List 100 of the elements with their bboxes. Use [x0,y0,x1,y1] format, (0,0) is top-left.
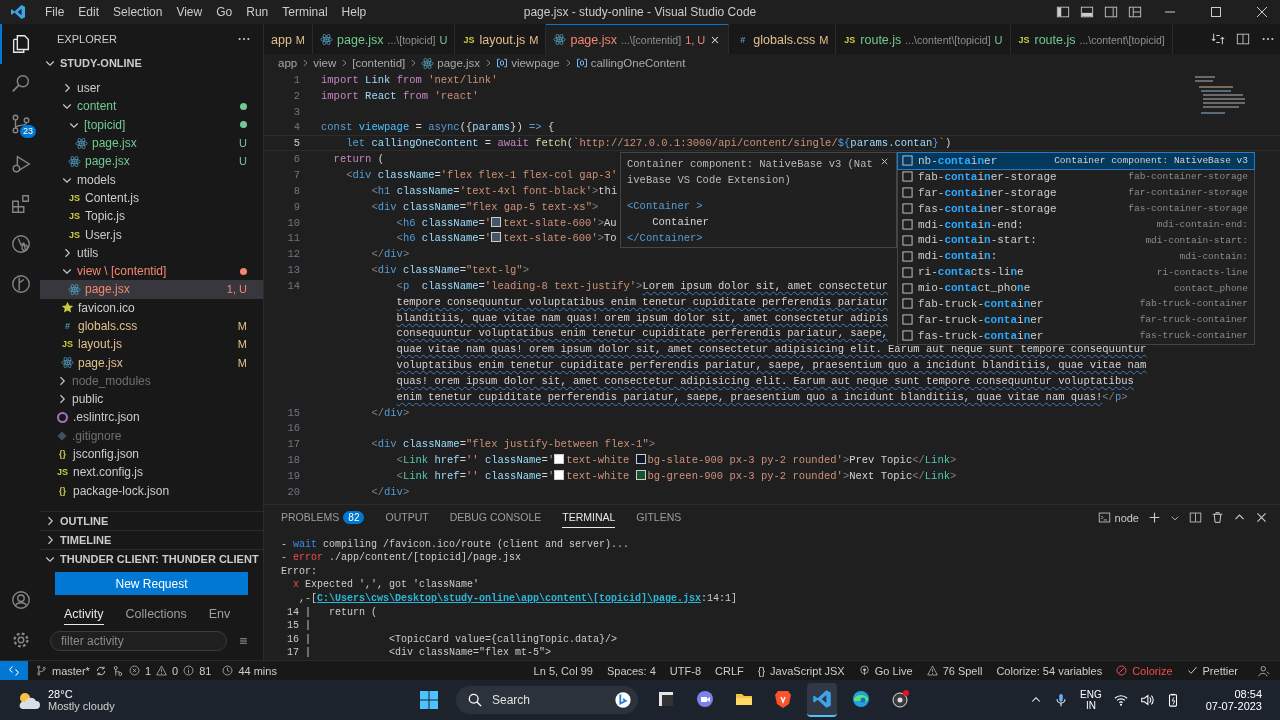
menu-item[interactable]: Terminal [275,5,335,19]
tree-item[interactable]: page.jsx M [40,353,263,372]
menu-item[interactable]: Run [239,5,276,19]
status-item[interactable]: 76 Spell [942,664,983,677]
status-item[interactable]: UTF-8 [669,664,701,677]
close-icon[interactable] [1257,7,1267,17]
section-header[interactable]: THUNDER CLIENT: THUNDER CLIENT [40,549,263,568]
terminal-icon[interactable] [1097,511,1111,525]
breadcrumb[interactable]: app [278,57,298,69]
branch-name[interactable]: master* [52,664,90,677]
tree-item[interactable]: JS Topic.js [40,207,263,226]
layout-icon[interactable] [1128,5,1142,19]
panel-tab[interactable]: PROBLEMS 82 [281,506,365,529]
suggestion-item[interactable]: fab-container-storage fab-container-storage [898,168,1254,185]
tree-item[interactable]: JS Content.js [40,188,263,208]
tree-item[interactable]: view \ [contentid] [40,261,263,281]
split-icon[interactable] [1189,511,1202,525]
menu-item[interactable]: Edit [71,5,107,19]
tree-item[interactable]: JS layout.js M [40,335,263,354]
history-icon[interactable] [222,665,234,676]
menu-item[interactable]: View [169,5,210,19]
suggestion-item[interactable]: ri-contacts-line ri-contacts-line [898,264,1254,281]
compare-icon[interactable] [1210,32,1225,46]
search-bar[interactable]: Search [456,686,638,714]
error-count[interactable]: 1 [144,664,152,677]
tree-item[interactable]: {} package-lock.json [40,481,263,500]
close-icon[interactable] [879,156,890,167]
panel-tab[interactable]: DEBUG CONSOLE [449,507,542,529]
editor-tab[interactable]: JS route.js ...\content\[topicid] [1010,24,1173,54]
tab[interactable]: Collections [125,607,187,625]
section-header[interactable]: OUTLINE [40,511,263,530]
filter-field[interactable]: filter activity [50,631,227,651]
info-count[interactable]: 81 [199,664,212,677]
warning-icon[interactable] [156,665,168,676]
maximize-icon[interactable] [1211,7,1221,17]
tree-item[interactable]: page.jsx U [40,133,263,153]
language-indicator[interactable]: IN [1085,700,1096,711]
session-time[interactable]: 44 mins [238,664,277,677]
tree-item[interactable]: favicon.ico [40,298,263,317]
editor-tab[interactable]: JS route.js ...\content\[topicid] U [836,24,1011,54]
tree-item[interactable]: utils [40,243,263,262]
tree-item[interactable]: page.jsx 1, U [40,280,263,299]
suggestion-item[interactable]: far-container-storage far-container-storage [898,184,1254,201]
windows-start-icon[interactable] [419,690,439,710]
tree-item[interactable]: .gitignore [40,426,263,445]
info-icon[interactable] [183,665,195,676]
panel-toggle-icon[interactable] [1080,5,1094,19]
breadcrumb[interactable]: callingOneContent [590,57,686,69]
terminal-name[interactable]: node [1114,511,1139,524]
section-header[interactable]: TIMELINE [40,530,263,549]
tree-item[interactable]: user [40,79,263,98]
status-item[interactable]: Ln 5, Col 99 [533,664,593,677]
status-item[interactable]: Prettier [1202,664,1238,677]
tree-item[interactable]: public [40,390,263,409]
panel-tab[interactable]: GITLENS [636,507,682,529]
suggestion-item[interactable]: fas-truck-container fas-truck-container [898,327,1254,344]
tree-item[interactable]: content [40,97,263,116]
breadcrumb[interactable]: view [313,57,337,69]
status-item[interactable]: CRLF [715,664,744,677]
tree-item[interactable]: # globals.css M [40,316,263,336]
microphone-icon[interactable] [1054,693,1069,707]
activity-item[interactable]: 23 [0,104,40,144]
search-field[interactable]: Search [490,692,606,708]
breadcrumb[interactable]: [contentid] [352,57,406,69]
warning-count[interactable]: 0 [172,664,179,677]
split-editor-icon[interactable] [1235,32,1250,46]
editor-tab[interactable]: page.jsx ...\[topicid] U [313,24,456,54]
error-icon[interactable] [128,665,140,676]
editor-tab[interactable]: page.jsx ...\[contentid] 1, U [546,24,730,54]
wifi-icon[interactable] [1113,693,1128,707]
menu-item[interactable]: File [38,5,72,19]
person-icon[interactable] [1258,664,1270,677]
tree-item[interactable]: {} jsconfig.json [40,444,263,464]
sync-icon[interactable] [94,664,107,677]
suggestion-item[interactable]: mdi-contain-end: mdi-contain-end: [898,216,1254,233]
menu-item[interactable]: Help [334,5,374,19]
suggestion-item[interactable]: mdi-contain-start: mdi-contain-start: [898,232,1254,249]
new-request-button[interactable]: New Request [55,572,248,595]
project-title[interactable]: STUDY-ONLINE [60,57,142,69]
tab[interactable]: Activity [64,607,104,625]
editor-tab[interactable]: # globals.css M [729,24,837,54]
branch-icon[interactable] [36,665,47,676]
status-item[interactable]: Spaces: 4 [606,664,656,677]
suggestion-item[interactable]: mdi-contain: mdi-contain: [898,248,1254,265]
suggestion-item[interactable]: mio-contact_phone contact_phone [898,280,1254,296]
suggestion-item[interactable]: fab-truck-container fab-truck-container [898,296,1254,312]
graph-icon[interactable] [111,664,124,677]
clock-time[interactable]: 08:54 [1234,688,1262,700]
panel-tab[interactable]: OUTPUT [385,507,429,529]
taskbar-app[interactable] [807,683,837,717]
tree-item[interactable]: [topicid] [40,115,263,134]
status-item[interactable]: Go Live [874,664,913,677]
close-icon[interactable] [1255,511,1268,525]
sidebar-toggle-icon[interactable] [1056,5,1070,19]
status-item[interactable]: Colorize: 54 variables [996,664,1103,677]
speaker-icon[interactable] [1139,693,1154,707]
trash-icon[interactable] [1211,511,1224,525]
breadcrumb[interactable]: page.jsx [437,57,481,69]
clock-date[interactable]: 07-07-2023 [1205,700,1262,712]
secondary-sidebar-icon[interactable] [1104,5,1118,19]
